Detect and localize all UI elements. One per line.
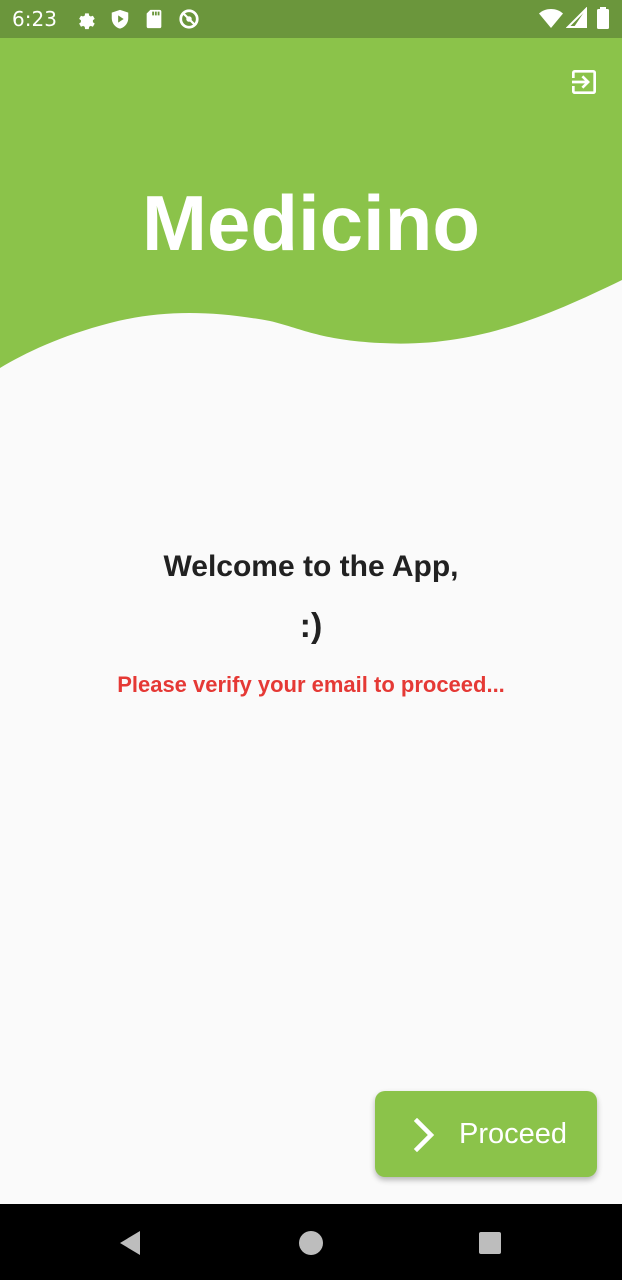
nav-bar — [0, 1204, 622, 1280]
exit-button[interactable] — [566, 64, 602, 100]
app-screen: 6:23 Medicino Welcome to the App,:) Ple… — [0, 0, 622, 1280]
verify-email-message: Please verify your email to proceed... — [117, 672, 505, 697]
proceed-label: Proceed — [459, 1118, 568, 1150]
battery-icon — [596, 7, 610, 34]
sd-card-icon — [144, 8, 164, 35]
back-button[interactable] — [117, 1230, 143, 1256]
status-bar: 6:23 — [0, 0, 622, 38]
cell-signal-icon — [565, 6, 588, 34]
home-icon — [299, 1231, 323, 1255]
back-icon — [120, 1231, 140, 1255]
smiley-text: :) — [299, 607, 323, 645]
settings-icon — [74, 8, 96, 35]
recents-icon — [479, 1232, 501, 1254]
header: Medicino — [0, 38, 622, 378]
home-button[interactable] — [298, 1230, 324, 1256]
status-time: 6:23 — [12, 7, 57, 31]
shield-play-icon — [109, 8, 131, 35]
chevron-right-icon — [413, 1118, 435, 1152]
wifi-icon — [539, 7, 563, 34]
no-disturb-icon — [178, 8, 200, 35]
welcome-text: Welcome to the App, — [163, 550, 459, 583]
exit-to-app-icon — [572, 70, 596, 94]
recents-button[interactable] — [477, 1230, 503, 1256]
app-title: Medicino — [141, 179, 480, 267]
proceed-button[interactable]: Proceed — [375, 1091, 597, 1177]
